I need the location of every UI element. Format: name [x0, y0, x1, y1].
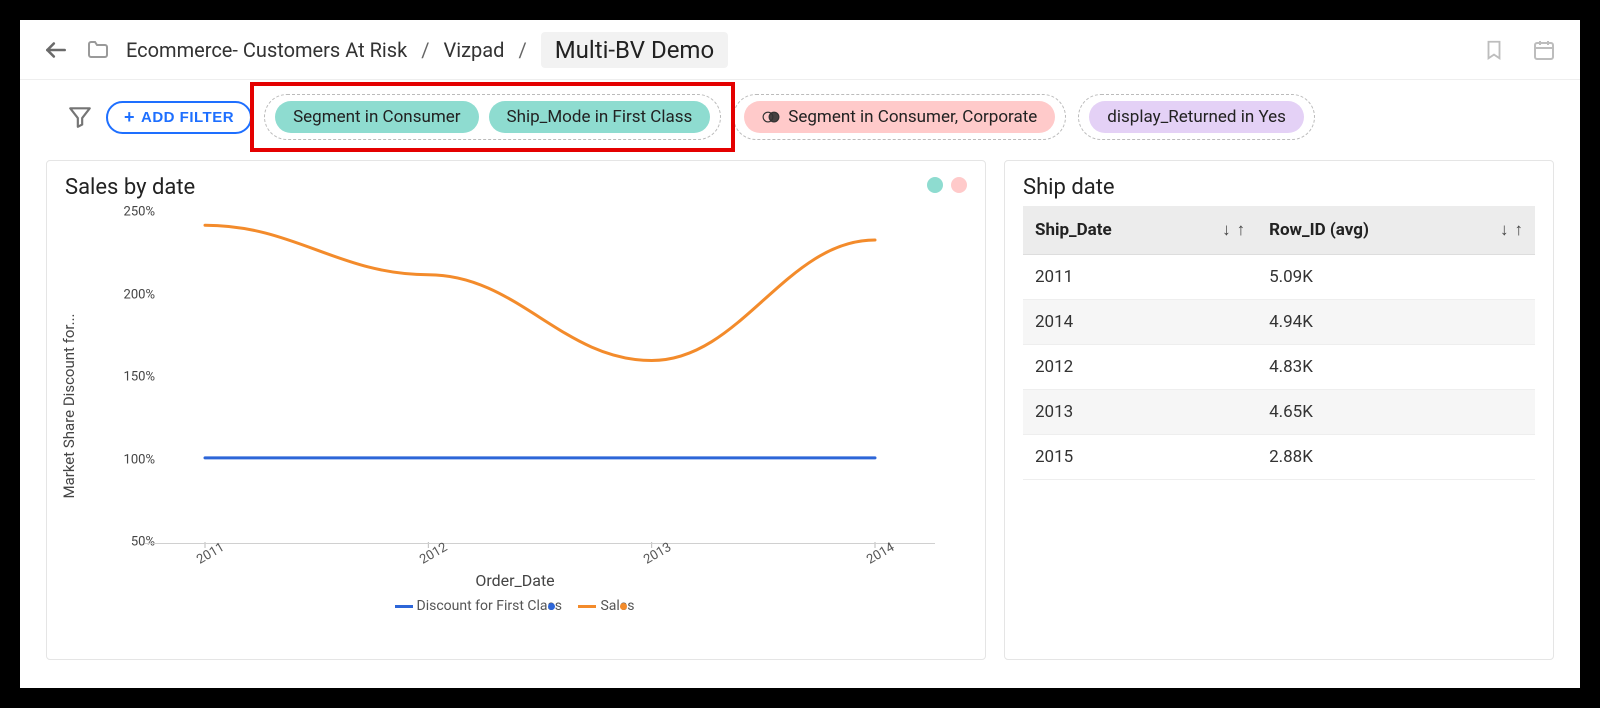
table-row[interactable]: 20144.94K [1023, 300, 1535, 345]
table-body: 20115.09K20144.94K20124.83K20134.65K2015… [1023, 255, 1535, 480]
table-cell: 2013 [1023, 390, 1257, 435]
ship-table: Ship_Date ↓ ↑ Row_ID (avg) ↓ ↑ [1023, 206, 1535, 480]
filter-chip-shipmode[interactable]: Ship_Mode in First Class [489, 101, 711, 133]
table-cell: 4.83K [1257, 345, 1535, 390]
breadcrumb-item-1[interactable]: Vizpad [444, 38, 505, 62]
table-cell: 2014 [1023, 300, 1257, 345]
filter-chip-segment-multi[interactable]: Segment in Consumer, Corporate [744, 101, 1055, 133]
chart-panel: Sales by date Market Share Discount for.… [46, 160, 986, 660]
header-actions [1480, 36, 1558, 64]
col-label: Ship_Date [1035, 220, 1112, 240]
filter-chip-segment[interactable]: Segment in Consumer [275, 101, 478, 133]
x-tick: 2012 [418, 540, 451, 568]
table-row[interactable]: 20152.88K [1023, 435, 1535, 480]
arrow-up-icon[interactable]: ↑ [1237, 220, 1246, 240]
breadcrumb: Ecommerce- Customers At Risk / Vizpad / … [126, 32, 728, 68]
breadcrumb-current[interactable]: Multi-BV Demo [541, 32, 728, 68]
table-cell: 4.65K [1257, 390, 1535, 435]
bookmark-icon[interactable] [1480, 36, 1508, 64]
sort-icons[interactable]: ↓ ↑ [1500, 220, 1523, 240]
col-rowid[interactable]: Row_ID (avg) ↓ ↑ [1257, 206, 1535, 255]
chart-title: Sales by date [65, 175, 967, 200]
filter-group-1: Segment in Consumer, Corporate [733, 94, 1066, 140]
filter-bar: + ADD FILTER Segment in Consumer Ship_Mo… [20, 80, 1580, 154]
filter-icon[interactable] [66, 103, 94, 131]
x-tick: 2013 [641, 540, 674, 568]
table-cell: 2012 [1023, 345, 1257, 390]
breadcrumb-item-0[interactable]: Ecommerce- Customers At Risk [126, 38, 407, 62]
add-filter-button[interactable]: + ADD FILTER [106, 101, 252, 134]
table-row[interactable]: 20134.65K [1023, 390, 1535, 435]
back-icon[interactable] [42, 36, 70, 64]
x-tick: 2011 [194, 540, 227, 568]
table-cell: 2011 [1023, 255, 1257, 300]
x-tick: 2014 [864, 540, 897, 568]
venn-icon [762, 108, 780, 126]
table-panel: Ship date Ship_Date ↓ ↑ Row_ID (avg) ↓ [1004, 160, 1554, 660]
col-shipdate[interactable]: Ship_Date ↓ ↑ [1023, 206, 1257, 255]
filter-chip-returned[interactable]: display_Returned in Yes [1089, 101, 1304, 133]
chart-svg [145, 212, 935, 542]
breadcrumb-sep: / [421, 38, 429, 62]
calendar-icon[interactable] [1530, 36, 1558, 64]
x-axis-label: Order_Date [75, 571, 955, 590]
arrow-up-icon[interactable]: ↑ [1515, 220, 1524, 240]
legend-item-0[interactable]: Discount for First Class [395, 598, 563, 614]
legend-dot-teal[interactable] [927, 177, 943, 193]
arrow-down-icon[interactable]: ↓ [1222, 220, 1231, 240]
breadcrumb-sep: / [518, 38, 526, 62]
y-axis-label: Market Share Discount for... [60, 314, 78, 499]
arrow-down-icon[interactable]: ↓ [1500, 220, 1509, 240]
app-frame: Ecommerce- Customers At Risk / Vizpad / … [20, 20, 1580, 688]
plot-region[interactable] [145, 212, 935, 542]
legend-item-1[interactable]: Sales [578, 598, 635, 614]
panel-row: Sales by date Market Share Discount for.… [20, 154, 1580, 670]
legend-dot-pink[interactable] [951, 177, 967, 193]
add-filter-label: ADD FILTER [141, 109, 234, 126]
chart-legend-dots [927, 177, 967, 193]
filter-group-2: display_Returned in Yes [1078, 94, 1315, 140]
table-title: Ship date [1023, 175, 1535, 200]
chart-area: Market Share Discount for... 50%100%150%… [75, 206, 955, 606]
table-cell: 4.94K [1257, 300, 1535, 345]
table-cell: 5.09K [1257, 255, 1535, 300]
folder-icon[interactable] [84, 36, 112, 64]
header-bar: Ecommerce- Customers At Risk / Vizpad / … [20, 20, 1580, 80]
table-row[interactable]: 20124.83K [1023, 345, 1535, 390]
table-cell: 2015 [1023, 435, 1257, 480]
filter-group-0: Segment in Consumer Ship_Mode in First C… [264, 94, 721, 140]
sort-icons[interactable]: ↓ ↑ [1222, 220, 1245, 240]
x-axis-ticks: 2011 2012 2013 2014 [145, 540, 935, 570]
filter-chip-label: Segment in Consumer, Corporate [788, 107, 1037, 127]
chart-legend-bottom: Discount for First Class Sales [75, 598, 955, 614]
table-row[interactable]: 20115.09K [1023, 255, 1535, 300]
table-cell: 2.88K [1257, 435, 1535, 480]
col-label: Row_ID (avg) [1269, 220, 1369, 240]
